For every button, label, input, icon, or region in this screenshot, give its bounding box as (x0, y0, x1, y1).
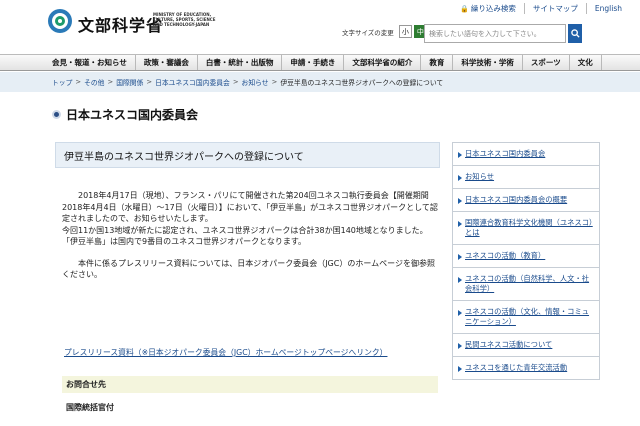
sidebar-item-science[interactable]: ユネスコの活動（自然科学、人文・社会科学） (452, 267, 600, 300)
nav-item-applications[interactable]: 申請・手続き (282, 55, 345, 70)
sidebar-item-education[interactable]: ユネスコの活動（教育） (452, 244, 600, 267)
lock-icon: 🔒 (460, 4, 469, 13)
sidebar-item-unesco-committee[interactable]: 日本ユネスコ国内委員会 (452, 142, 600, 165)
site-header: 文部科学省 MINISTRY OF EDUCATION, CULTURE, SP… (0, 0, 640, 52)
nav-item-about[interactable]: 文部科学省の紹介 (344, 55, 422, 70)
nav-item-policy[interactable]: 政策・審議会 (136, 55, 198, 70)
font-size-label: 文字サイズの変更 (342, 28, 394, 37)
util-link-search[interactable]: 🔒 繰り込み検索 (452, 3, 524, 14)
search-icon (570, 29, 580, 38)
article-body: 2018年4月17日（現地）、フランス・パリにて開催された第204回ユネスコ執行… (62, 190, 438, 291)
breadcrumb-current: 伊豆半島のユネスコ世界ジオパークへの登録について (280, 79, 444, 87)
sidebar-item-overview[interactable]: 日本ユネスコ国内委員会の概要 (452, 188, 600, 211)
article-title: 伊豆半島のユネスコ世界ジオパークへの登録について (55, 142, 440, 168)
article-paragraph: 2018年4月17日（現地）、フランス・パリにて開催された第204回ユネスコ執行… (62, 191, 438, 246)
sidebar-item-private-activities[interactable]: 民間ユネスコ活動について (452, 333, 600, 356)
global-nav: 会見・報道・お知らせ 政策・審議会 白書・統計・出版物 申請・手続き 文部科学省… (0, 54, 640, 71)
nav-item-culture[interactable]: 文化 (570, 55, 602, 70)
breadcrumb-item[interactable]: トップ (52, 77, 72, 87)
article-paragraph: 本件に係るプレスリリース資料については、日本ジオパーク委員会（JGC）のホームペ… (62, 258, 435, 280)
site-logo-text[interactable]: 文部科学省 (78, 12, 163, 36)
press-release-link[interactable]: プレスリリース資料（※日本ジオパーク委員会（JGC）ホームページトップページへリ… (64, 347, 387, 358)
search-button[interactable] (568, 24, 582, 43)
breadcrumb-item[interactable]: お知らせ (242, 77, 269, 87)
heading-bullet-icon (52, 110, 61, 119)
breadcrumb-item[interactable]: 日本ユネスコ国内委員会 (155, 77, 230, 87)
site-logo-subtitle: MINISTRY OF EDUCATION, CULTURE, SPORTS, … (153, 12, 216, 28)
nav-item-publications[interactable]: 白書・統計・出版物 (198, 55, 283, 70)
sidebar-item-news[interactable]: お知らせ (452, 165, 600, 188)
util-link-english[interactable]: English (585, 3, 630, 14)
contact-heading: お問合せ先 (62, 376, 438, 393)
mext-logo-icon[interactable] (47, 8, 73, 34)
page-heading: 日本ユネスコ国内委員会 (52, 106, 198, 123)
breadcrumb: トップ > その他 > 国際関係 > 日本ユネスコ国内委員会 > お知らせ > 伊豆半島の… (0, 72, 640, 92)
sidebar-item-culture[interactable]: ユネスコの活動（文化、情報・コミュニケーション） (452, 300, 600, 333)
breadcrumb-item[interactable]: その他 (84, 77, 104, 87)
search-input[interactable]: 検索したい語句を入力して下さい。 (424, 24, 566, 43)
breadcrumb-item[interactable]: 国際関係 (116, 77, 143, 87)
nav-item-science[interactable]: 科学技術・学術 (453, 55, 523, 70)
util-link-sitemap[interactable]: サイトマップ (523, 3, 586, 14)
page-title: 日本ユネスコ国内委員会 (66, 108, 199, 122)
nav-item-press[interactable]: 会見・報道・お知らせ (0, 55, 136, 70)
font-size-small-button[interactable]: 小 (398, 25, 412, 38)
sidebar-item-youth-exchange[interactable]: ユネスコを通じた青年交流活動 (452, 356, 600, 380)
contact-department: 国際統括官付 (66, 403, 114, 412)
nav-item-education[interactable]: 教育 (421, 55, 454, 70)
utility-links: 🔒 繰り込み検索 サイトマップ English (452, 3, 630, 14)
sidebar-item-about-unesco[interactable]: 国際連合教育科学文化機関（ユネスコ）とは (452, 211, 600, 244)
sidebar-menu: 日本ユネスコ国内委員会 お知らせ 日本ユネスコ国内委員会の概要 国際連合教育科学… (452, 142, 600, 380)
nav-item-sports[interactable]: スポーツ (523, 55, 570, 70)
